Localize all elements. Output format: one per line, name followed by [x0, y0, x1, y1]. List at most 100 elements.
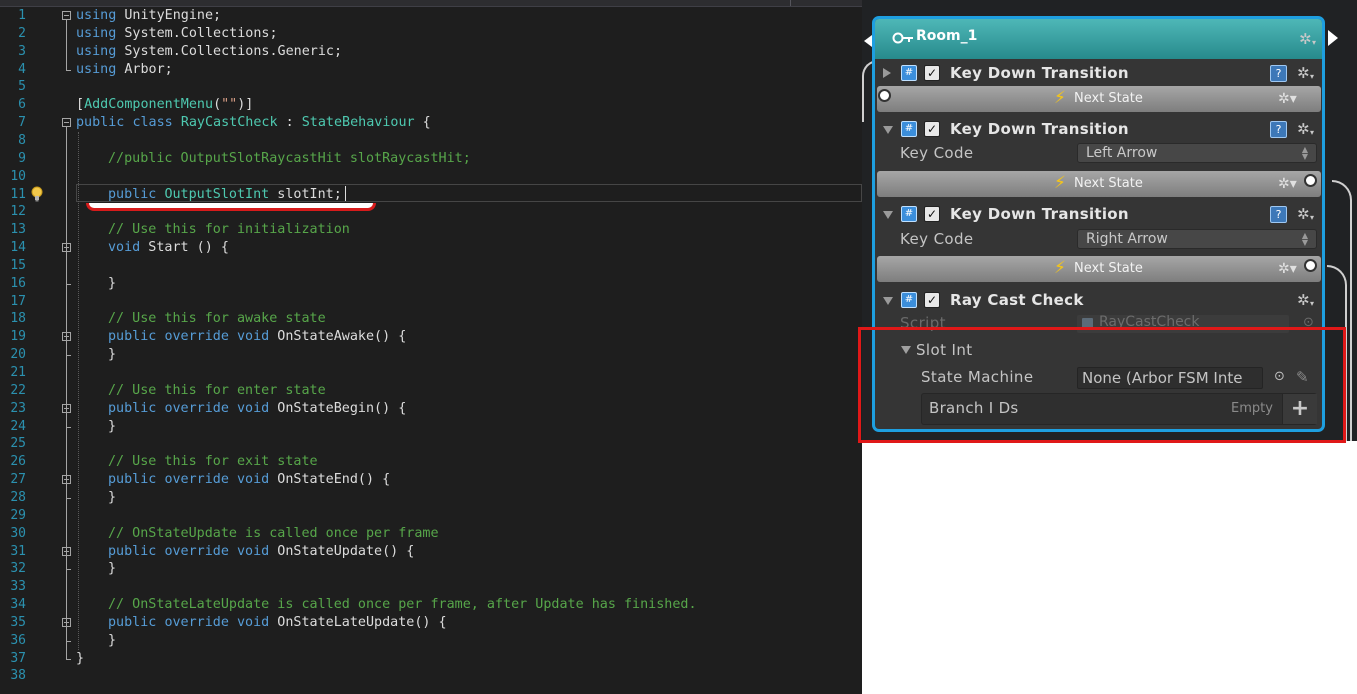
- code-line[interactable]: // OnStateUpdate is called once per fram…: [108, 525, 439, 543]
- line-number: 1: [18, 8, 26, 23]
- foldout-arrow-icon[interactable]: [883, 297, 893, 305]
- code-line[interactable]: // Use this for enter state: [108, 382, 326, 400]
- help-icon[interactable]: ?: [1270, 206, 1287, 223]
- line-number: 12: [10, 204, 26, 220]
- help-icon[interactable]: ?: [1270, 121, 1287, 138]
- line-number: 5: [18, 79, 26, 95]
- code-line[interactable]: void Start () {: [108, 239, 229, 257]
- code-line[interactable]: }: [108, 418, 116, 436]
- enabled-checkbox[interactable]: ✓: [924, 292, 940, 308]
- code-line[interactable]: using System.Collections;: [76, 25, 278, 43]
- code-line[interactable]: //public OutputSlotRaycastHit slotRaycas…: [108, 150, 471, 168]
- transition-output-dot[interactable]: [1304, 174, 1317, 187]
- code-line[interactable]: public override void OnStateBegin() {: [108, 400, 406, 418]
- code-line[interactable]: public OutputSlotInt slotInt;: [108, 186, 342, 204]
- code-line[interactable]: public override void OnStateAwake() {: [108, 328, 406, 346]
- gear-icon[interactable]: ✲: [1297, 65, 1314, 85]
- code-line[interactable]: using UnityEngine;: [76, 7, 221, 25]
- transition-slot[interactable]: ⚡ Next State ✲▾: [877, 256, 1321, 282]
- code-line[interactable]: }: [108, 346, 116, 364]
- lightbulb-icon[interactable]: [31, 186, 43, 202]
- code-line[interactable]: public override void OnStateEnd() {: [108, 471, 390, 489]
- code-line[interactable]: using Arbor;: [76, 61, 173, 79]
- code-line[interactable]: // Use this for initialization: [108, 221, 350, 239]
- gear-icon[interactable]: ✲▾: [1278, 91, 1297, 107]
- code-token: public: [108, 400, 157, 416]
- code-token: }: [108, 489, 117, 505]
- line-number: 37: [10, 650, 26, 666]
- fold-toggle-icon[interactable]: [62, 118, 71, 128]
- help-icon[interactable]: ?: [1270, 65, 1287, 82]
- code-line[interactable]: // Use this for exit state: [108, 453, 318, 471]
- key-code-dropdown[interactable]: Right Arrow ▲ ▼: [1077, 229, 1317, 249]
- code-token: }: [76, 650, 85, 666]
- fold-bracket-end: [66, 283, 71, 285]
- enabled-checkbox[interactable]: ✓: [924, 121, 940, 137]
- code-token: // Use this for enter state: [108, 382, 326, 398]
- code-token: (: [213, 97, 222, 113]
- line-number: 34: [10, 597, 26, 613]
- code-token: // OnStateLateUpdate is called once per …: [108, 597, 697, 613]
- fold-bracket-end: [66, 569, 71, 571]
- enabled-checkbox[interactable]: ✓: [924, 206, 940, 222]
- line-number: 15: [10, 257, 26, 273]
- node-header[interactable]: Room_1 ✲: [875, 19, 1322, 59]
- foldout-arrow-icon[interactable]: [883, 126, 893, 134]
- code-line[interactable]: using System.Collections.Generic;: [76, 43, 342, 61]
- code-token: [: [76, 97, 85, 113]
- behaviour-key-down-transition-2[interactable]: # ✓ Key Down Transition ? ✲: [875, 117, 1322, 141]
- fold-bracket-end: [66, 658, 71, 660]
- transition-input-dot[interactable]: [878, 89, 891, 102]
- gear-icon[interactable]: ✲: [1299, 31, 1316, 51]
- code-line[interactable]: // Use this for awake state: [108, 310, 326, 328]
- code-line[interactable]: public class RayCastCheck : StateBehavio…: [76, 114, 431, 132]
- lightning-icon: ⚡: [1054, 258, 1066, 278]
- code-line[interactable]: public override void OnStateLateUpdate()…: [108, 614, 447, 632]
- code-line[interactable]: [AddComponentMenu("")]: [76, 96, 253, 114]
- key-code-dropdown[interactable]: Left Arrow ▲ ▼: [1077, 143, 1317, 163]
- code-token: public: [76, 115, 125, 131]
- foldout-arrow-icon[interactable]: [883, 211, 893, 219]
- line-number: 16: [10, 275, 26, 291]
- code-token: void: [237, 400, 270, 416]
- fold-bracket: [66, 412, 67, 427]
- transition-output-dot[interactable]: [1304, 259, 1317, 272]
- behaviour-title: Key Down Transition: [950, 120, 1129, 138]
- foldout-arrow-icon[interactable]: [883, 68, 891, 78]
- key-code-label: Key Code: [900, 144, 974, 162]
- transition-slot[interactable]: ⚡ Next State ✲▾: [877, 86, 1321, 112]
- csharp-script-icon: #: [901, 65, 917, 81]
- gear-icon[interactable]: ✲▾: [1278, 176, 1297, 192]
- behaviour-key-down-transition-1[interactable]: # ✓ Key Down Transition ? ✲: [875, 61, 1322, 85]
- code-editor[interactable]: 1 using UnityEngine; 2 using System.Collect…: [0, 0, 862, 694]
- line-number: 32: [10, 561, 26, 577]
- code-line[interactable]: }: [76, 650, 84, 668]
- code-line[interactable]: }: [108, 560, 116, 578]
- code-token: public: [108, 543, 157, 559]
- line-number: 36: [10, 632, 26, 648]
- fold-toggle-icon[interactable]: [62, 11, 71, 20]
- enabled-checkbox[interactable]: ✓: [924, 65, 940, 81]
- gear-icon[interactable]: ✲: [1297, 121, 1314, 141]
- line-number: 3: [18, 43, 26, 59]
- code-line[interactable]: // OnStateLateUpdate is called once per …: [108, 596, 697, 614]
- gear-icon[interactable]: ✲: [1297, 292, 1314, 312]
- line-number: 22: [10, 382, 26, 398]
- code-line[interactable]: public override void OnStateUpdate() {: [108, 543, 414, 561]
- gear-icon[interactable]: ✲▾: [1278, 261, 1297, 277]
- line-number: 30: [10, 525, 26, 541]
- code-token: void: [237, 472, 270, 488]
- transition-slot[interactable]: ⚡ Next State ✲▾: [877, 171, 1321, 197]
- code-line[interactable]: }: [108, 489, 116, 507]
- code-line[interactable]: }: [108, 275, 116, 293]
- behaviour-ray-cast-check[interactable]: # ✓ Ray Cast Check ✲: [875, 288, 1322, 312]
- line-number: 8: [18, 132, 26, 148]
- gear-icon[interactable]: ✲: [1297, 206, 1314, 226]
- code-line[interactable]: }: [108, 632, 116, 650]
- code-token: void: [237, 543, 270, 559]
- behaviour-key-down-transition-3[interactable]: # ✓ Key Down Transition ? ✲: [875, 202, 1322, 226]
- code-token: }: [108, 275, 117, 291]
